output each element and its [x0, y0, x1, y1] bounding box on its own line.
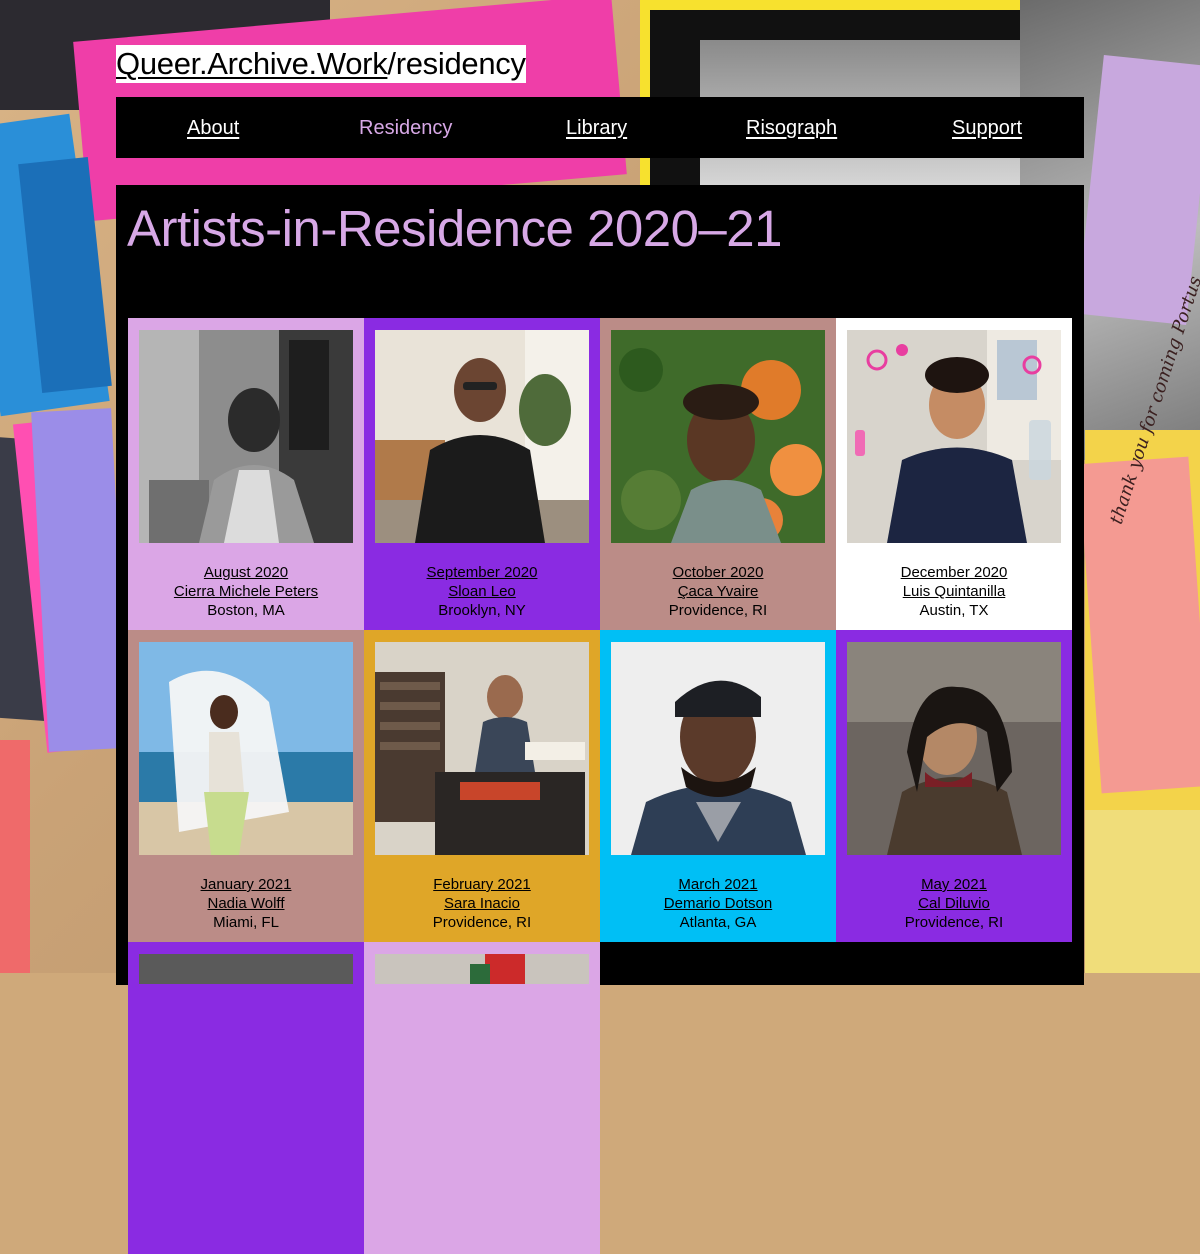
portrait-image [139, 954, 353, 984]
resident-month-link[interactable]: March 2021 [611, 875, 825, 894]
resident-location: Providence, RI [668, 602, 768, 619]
site-title-path: /residency [387, 46, 526, 81]
resident-card: September 2020 Sloan Leo Brooklyn, NY [364, 318, 600, 630]
nav-residency[interactable]: Residency [359, 117, 452, 139]
resident-card: August 2020 Cierra Michele Peters Boston… [128, 318, 364, 630]
resident-photo-partial[interactable] [375, 954, 589, 984]
resident-card-partial [128, 942, 364, 1254]
portrait-image [847, 330, 1061, 543]
nav-library[interactable]: Library [566, 117, 627, 139]
resident-month-link[interactable]: February 2021 [375, 875, 589, 894]
portrait-image [611, 330, 825, 543]
resident-month-link[interactable]: September 2020 [375, 563, 589, 582]
resident-name-link[interactable]: Çaca Yvaire [611, 582, 825, 601]
main-content: Artists-in-Residence 2020–21 August 2020… [116, 185, 1084, 1254]
resident-photo[interactable] [139, 642, 353, 855]
resident-card: January 2021 Nadia Wolff Miami, FL [128, 630, 364, 942]
resident-location: Austin, TX [919, 602, 989, 619]
resident-name-link[interactable]: Nadia Wolff [139, 894, 353, 913]
resident-name-link[interactable]: Cierra Michele Peters [139, 582, 353, 601]
resident-card: February 2021 Sara Inacio Providence, RI [364, 630, 600, 942]
resident-photo[interactable] [611, 642, 825, 855]
nav-risograph[interactable]: Risograph [746, 117, 837, 139]
resident-photo[interactable] [375, 642, 589, 855]
resident-name-link[interactable]: Demario Dotson [611, 894, 825, 913]
resident-photo[interactable] [375, 330, 589, 543]
resident-card: October 2020 Çaca Yvaire Providence, RI [600, 318, 836, 630]
resident-location: Providence, RI [432, 914, 532, 931]
resident-location: Miami, FL [213, 914, 279, 931]
nav-about[interactable]: About [187, 117, 239, 139]
portrait-image [375, 642, 589, 855]
page-title: Artists-in-Residence 2020–21 [127, 200, 783, 257]
resident-location: Boston, MA [207, 602, 285, 619]
main-nav: About Residency Library Risograph Suppor… [116, 97, 1084, 158]
resident-location: Brooklyn, NY [438, 602, 526, 619]
resident-location: Providence, RI [904, 914, 1004, 931]
portrait-image [375, 330, 589, 543]
nav-support[interactable]: Support [952, 117, 1022, 139]
portrait-image [847, 642, 1061, 855]
resident-location: Atlanta, GA [679, 914, 757, 931]
site-title: Queer.Archive.Work/residency [116, 45, 526, 83]
resident-name-link[interactable]: Sara Inacio [375, 894, 589, 913]
resident-photo[interactable] [139, 330, 353, 543]
resident-month-link[interactable]: October 2020 [611, 563, 825, 582]
resident-card-partial [364, 942, 600, 1254]
resident-card: May 2021 Cal Diluvio Providence, RI [836, 630, 1072, 942]
resident-name-link[interactable]: Cal Diluvio [847, 894, 1061, 913]
resident-month-link[interactable]: May 2021 [847, 875, 1061, 894]
resident-name-link[interactable]: Sloan Leo [375, 582, 589, 601]
resident-photo[interactable] [847, 330, 1061, 543]
portrait-image [139, 330, 353, 543]
residents-grid: August 2020 Cierra Michele Peters Boston… [128, 318, 1072, 1254]
resident-photo-partial[interactable] [139, 954, 353, 984]
portrait-image [611, 642, 825, 855]
resident-name-link[interactable]: Luis Quintanilla [847, 582, 1061, 601]
portrait-image [375, 954, 589, 984]
resident-month-link[interactable]: January 2021 [139, 875, 353, 894]
resident-month-link[interactable]: August 2020 [139, 563, 353, 582]
resident-card: December 2020 Luis Quintanilla Austin, T… [836, 318, 1072, 630]
resident-photo[interactable] [611, 330, 825, 543]
resident-photo[interactable] [847, 642, 1061, 855]
site-home-link[interactable]: Queer.Archive.Work [116, 46, 388, 81]
resident-card: March 2021 Demario Dotson Atlanta, GA [600, 630, 836, 942]
resident-month-link[interactable]: December 2020 [847, 563, 1061, 582]
portrait-image [139, 642, 353, 855]
